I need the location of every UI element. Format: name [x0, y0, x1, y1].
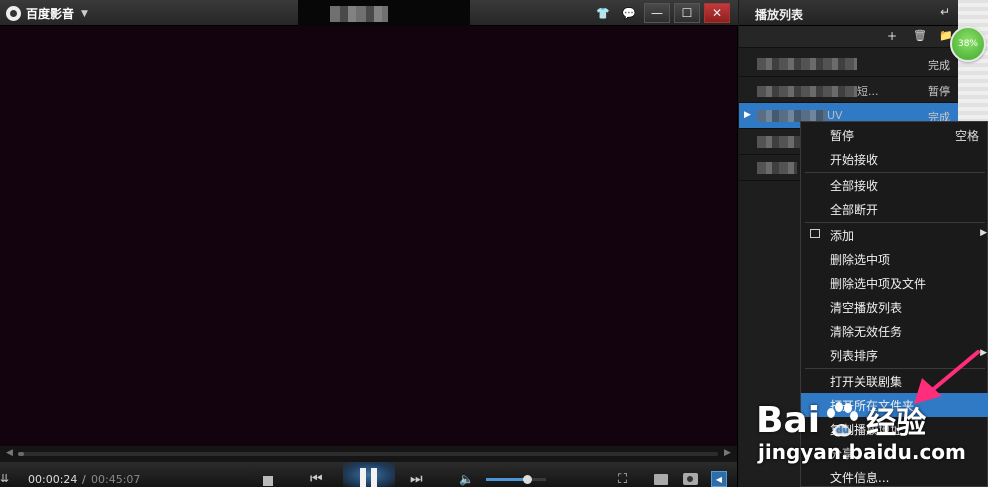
- volume-knob[interactable]: [522, 475, 532, 484]
- title-bar[interactable]: 百度影音 ▼ 👕 💬 — ☐ ✕: [0, 0, 738, 37]
- menu-item-label: 删除选中项及文件: [830, 277, 927, 291]
- add-icon[interactable]: +: [887, 29, 897, 43]
- blurred-name: [757, 136, 801, 148]
- menu-item-file-info[interactable]: 文件信息...: [801, 465, 988, 487]
- pause-bar-left: [360, 468, 366, 487]
- total-time: 00:45:07: [91, 473, 141, 486]
- baidu-jingyan-watermark: Bai du 经验 jingyan.baidu.com: [756, 398, 966, 465]
- watermark-bai: Bai: [756, 399, 821, 441]
- app-name: 百度影音: [26, 7, 75, 21]
- menu-item-clear-invalid[interactable]: 清除无效任务: [801, 319, 988, 343]
- collapse-playlist-icon[interactable]: ↵: [940, 5, 950, 19]
- skin-icon[interactable]: 👕: [592, 3, 614, 23]
- menu-item-label: 文件信息...: [830, 471, 890, 485]
- add-list-icon: [810, 229, 820, 238]
- app-logo-menu[interactable]: 百度影音 ▼: [6, 5, 88, 22]
- control-bar: ⇊ 00:00:24 / 00:45:07 ⏮ ⏭ 🔈 ⛶ ◀: [0, 462, 737, 487]
- previous-button[interactable]: ⏮: [310, 471, 323, 487]
- playlist-item[interactable]: 完成: [739, 51, 958, 77]
- menu-item-label: 全部接收: [830, 179, 879, 193]
- playlist-item-name: [757, 57, 897, 71]
- volume-icon[interactable]: 🔈: [459, 472, 474, 486]
- message-icon[interactable]: 💬: [618, 3, 640, 23]
- playlist-item-status: 暂停: [928, 85, 950, 98]
- submenu-arrow-icon: ▶: [980, 228, 987, 238]
- menu-item-delete-selected-files[interactable]: 删除选中项及文件: [801, 271, 988, 295]
- playlist-title: 播放列表: [755, 8, 804, 22]
- menu-item-pause[interactable]: 暂停 空格: [801, 123, 988, 147]
- watermark-brand: Bai du 经验: [756, 398, 966, 442]
- menu-item-label: 打开关联剧集: [830, 375, 903, 389]
- blurred-name: [757, 86, 857, 97]
- seek-right-arrow-icon[interactable]: ▶: [724, 448, 731, 458]
- menu-item-shortcut: 空格: [954, 129, 979, 143]
- player-pane: 百度影音 ▼ 👕 💬 — ☐ ✕ ◀ ▶ ⇊ 00:00:24 / 00:45:…: [0, 0, 738, 487]
- playlist-item-status: 完成: [928, 59, 950, 72]
- svg-text:du: du: [836, 426, 849, 436]
- download-icon[interactable]: ⇊: [0, 472, 9, 485]
- now-playing-icon: ▶: [744, 110, 751, 120]
- baidu-player-window: 百度影音 ▼ 👕 💬 — ☐ ✕ ◀ ▶ ⇊ 00:00:24 / 00:45:…: [0, 0, 988, 487]
- current-time: 00:00:24: [28, 473, 78, 486]
- close-button[interactable]: ✕: [704, 3, 730, 23]
- menu-item-label: 全部断开: [830, 203, 879, 217]
- trash-icon[interactable]: 🗑: [913, 29, 927, 42]
- next-button[interactable]: ⏭: [410, 471, 423, 487]
- blurred-name: [757, 162, 797, 174]
- seek-bar-fill: [18, 452, 25, 456]
- caret-down-icon[interactable]: ▼: [81, 9, 88, 19]
- maximize-button[interactable]: ☐: [674, 3, 700, 23]
- fullscreen-button[interactable]: ⛶: [618, 472, 627, 487]
- time-separator: /: [82, 473, 86, 486]
- menu-item-delete-selected[interactable]: 删除选中项: [801, 247, 988, 271]
- video-area[interactable]: [0, 26, 737, 446]
- menu-item-label: 清除无效任务: [830, 325, 903, 339]
- folder-icon[interactable]: [654, 474, 668, 485]
- menu-item-label: 添加: [830, 229, 855, 243]
- menu-item-clear-playlist[interactable]: 清空播放列表: [801, 295, 988, 319]
- playlist-item[interactable]: 短... 暂停: [739, 77, 958, 103]
- menu-item-label: 列表排序: [830, 349, 879, 363]
- volume-slider[interactable]: [486, 475, 546, 484]
- menu-item-start-receive[interactable]: 开始接收: [801, 147, 988, 171]
- playlist-item-name: 短...: [757, 83, 897, 97]
- stop-button[interactable]: [263, 476, 273, 486]
- name-suffix: 短...: [857, 85, 879, 97]
- menu-item-label: 暂停: [830, 129, 855, 143]
- pause-bar-right: [371, 468, 377, 487]
- minimize-button[interactable]: —: [644, 3, 670, 23]
- menu-item-receive-all[interactable]: 全部接收: [801, 173, 988, 197]
- blurred-name: [757, 58, 857, 70]
- menu-item-label: 清空播放列表: [830, 301, 903, 315]
- menu-item-add[interactable]: 添加 ▶: [801, 223, 988, 247]
- watermark-url: jingyan.baidu.com: [758, 440, 966, 464]
- seek-left-arrow-icon[interactable]: ◀: [6, 448, 13, 458]
- baidu-paw-icon: du: [827, 402, 859, 437]
- film-reel-icon: [6, 6, 21, 21]
- screenshot-camera-icon[interactable]: [683, 473, 698, 485]
- seek-bar-row: ◀ ▶: [0, 446, 737, 462]
- playlist-toolbar: + 🗑 📁: [739, 26, 958, 48]
- playlist-toggle-button[interactable]: ◀: [711, 471, 727, 487]
- blurred-title: [330, 6, 388, 22]
- watermark-jingyan: 经验: [866, 406, 927, 441]
- network-speed-badge[interactable]: 38%: [950, 26, 986, 62]
- playlist-header: 播放列表 ↵: [739, 0, 958, 26]
- menu-item-disconnect-all[interactable]: 全部断开: [801, 197, 988, 221]
- title-buttons: 👕 💬 — ☐ ✕: [592, 3, 730, 23]
- volume-fill: [486, 478, 527, 481]
- pause-button[interactable]: [360, 468, 380, 487]
- menu-item-label: 开始接收: [830, 153, 879, 167]
- menu-item-label: 删除选中项: [830, 253, 891, 267]
- seek-bar[interactable]: [18, 452, 718, 456]
